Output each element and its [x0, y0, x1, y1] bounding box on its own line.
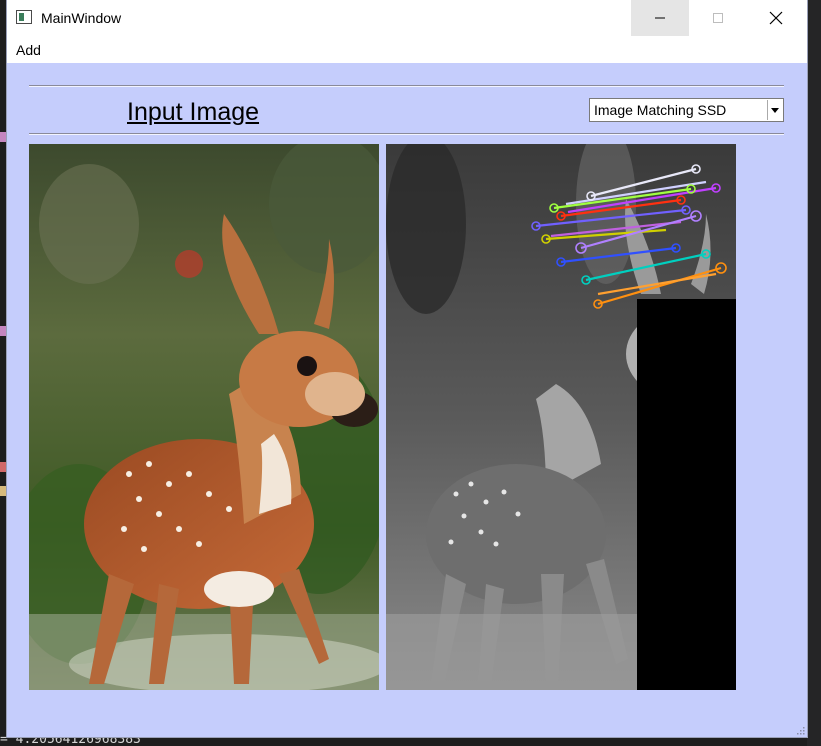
- deer-grayscale-matches-icon: [386, 144, 736, 690]
- minimize-icon: [655, 17, 665, 19]
- matching-mode-select[interactable]: Image Matching SSD: [589, 98, 784, 122]
- maximize-button[interactable]: [689, 0, 747, 36]
- editor-scroll-strip: [807, 0, 821, 746]
- deer-color-photo-icon: [29, 144, 379, 690]
- title-bar: MainWindow: [7, 0, 807, 36]
- input-image: [29, 144, 379, 690]
- close-icon: [769, 11, 783, 25]
- bottom-divider: [29, 133, 784, 135]
- minimize-button[interactable]: [631, 0, 689, 36]
- output-image: [386, 144, 736, 690]
- resize-grip-icon[interactable]: [795, 725, 805, 735]
- dropdown-arrow-icon[interactable]: [767, 100, 782, 120]
- maximize-icon: [713, 13, 723, 23]
- close-button[interactable]: [747, 0, 805, 36]
- top-divider: [29, 85, 784, 87]
- input-image-title: Input Image: [127, 98, 260, 126]
- window-title: MainWindow: [41, 10, 122, 26]
- matching-mode-value: Image Matching SSD: [594, 102, 727, 118]
- main-window: MainWindow Add Input Image Image Matchin…: [7, 0, 807, 737]
- menu-bar: Add: [7, 36, 807, 63]
- app-window-icon: [16, 10, 32, 24]
- menu-item-add[interactable]: Add: [16, 41, 41, 59]
